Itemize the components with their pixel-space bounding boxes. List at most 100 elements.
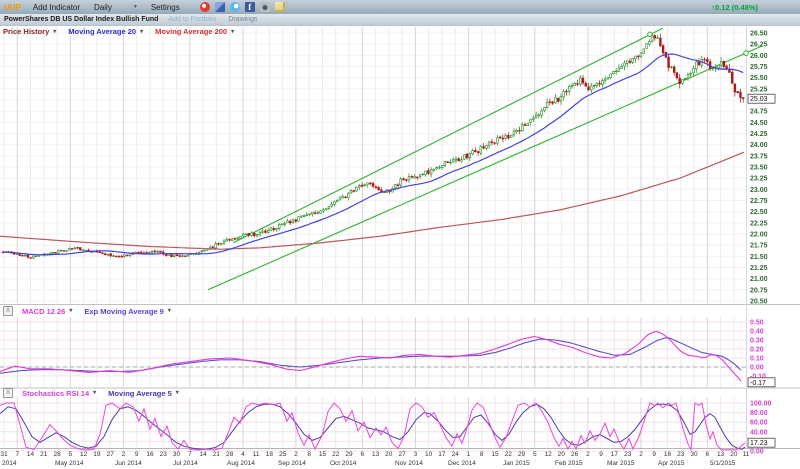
svg-text:16: 16 (146, 451, 154, 458)
record-icon[interactable] (200, 2, 210, 12)
ma5-dropdown[interactable]: Moving Average 5 (108, 389, 172, 398)
svg-text:11: 11 (743, 451, 750, 458)
svg-text:14: 14 (27, 451, 35, 458)
ma20-dropdown[interactable]: Moving Average 20 (68, 27, 136, 36)
svg-text:0.30: 0.30 (750, 338, 764, 345)
svg-text:60.00: 60.00 (750, 420, 768, 427)
add-indicator-button[interactable]: Add Indicator (33, 3, 80, 12)
svg-text:Apr 2015: Apr 2015 (658, 460, 685, 467)
cube-icon[interactable] (215, 2, 225, 12)
svg-text:21.00: 21.00 (750, 276, 768, 283)
exp-ma9-dropdown[interactable]: Exp Moving Average 9 (84, 307, 163, 316)
stoch-rsi-dropdown[interactable]: Stochastics RSI 14 (22, 389, 89, 398)
svg-text:Jan 2015: Jan 2015 (503, 460, 530, 467)
add-to-portfolio-link[interactable]: Add to Portfolio (168, 16, 216, 23)
svg-text:2014: 2014 (2, 460, 17, 467)
svg-text:24: 24 (452, 451, 460, 458)
price-indicator-row: Price History ▾ Moving Average 20 ▾ Moving… (3, 27, 242, 36)
svg-text:25.50: 25.50 (750, 75, 768, 82)
svg-text:Oct 2014: Oct 2014 (330, 460, 357, 467)
svg-text:13: 13 (372, 451, 380, 458)
camera-icon[interactable] (260, 2, 270, 12)
svg-text:Nov 2014: Nov 2014 (395, 460, 423, 467)
svg-text:29: 29 (518, 451, 526, 458)
close-icon[interactable]: X (3, 388, 13, 398)
svg-text:19: 19 (93, 451, 101, 458)
twitter-icon[interactable] (230, 2, 240, 12)
svg-text:8: 8 (480, 451, 484, 458)
svg-text:6: 6 (360, 451, 364, 458)
svg-text:20: 20 (385, 451, 393, 458)
stoch-header-row: X Stochastics RSI 14▾ Moving Average 5▾ (3, 388, 187, 398)
svg-text:5: 5 (533, 451, 537, 458)
svg-text:18: 18 (266, 451, 274, 458)
svg-text:9: 9 (599, 451, 603, 458)
facebook-icon[interactable]: f (245, 2, 255, 12)
svg-text:22.25: 22.25 (750, 220, 768, 227)
chevron-down-icon: ▾ (53, 29, 56, 35)
main-toolbar: UUP Add Indicator Daily ▾ Settings f ↑0.… (0, 0, 800, 14)
svg-text:25.75: 25.75 (750, 64, 768, 71)
svg-text:23: 23 (677, 451, 685, 458)
svg-text:8: 8 (307, 451, 311, 458)
price-history-dropdown[interactable]: Price History (3, 27, 49, 36)
settings-button[interactable]: Settings (151, 3, 180, 12)
svg-text:4: 4 (241, 451, 245, 458)
svg-text:22: 22 (505, 451, 513, 458)
svg-text:2: 2 (122, 451, 126, 458)
svg-text:0.50: 0.50 (750, 320, 764, 327)
chevron-down-icon: ▾ (231, 29, 234, 35)
svg-text:26.00: 26.00 (750, 53, 768, 60)
svg-text:Feb 2015: Feb 2015 (555, 460, 583, 467)
svg-text:7: 7 (188, 451, 192, 458)
chart-canvas[interactable]: 26.5026.2526.0025.7525.5025.2524.7524.50… (0, 0, 800, 469)
svg-text:27: 27 (107, 451, 115, 458)
interval-select[interactable]: Daily ▾ (94, 3, 137, 12)
svg-text:Dec 2014: Dec 2014 (448, 460, 476, 467)
svg-text:17: 17 (611, 451, 619, 458)
macd-header-row: X MACD 12 26▾ Exp Moving Average 9▾ (3, 306, 179, 316)
svg-text:5: 5 (68, 451, 72, 458)
svg-text:12: 12 (544, 451, 552, 458)
svg-text:23.75: 23.75 (750, 153, 768, 160)
svg-text:21.75: 21.75 (750, 243, 768, 250)
stock-chart-app: { "toolbar": { "symbol": "UUP", "add_ind… (0, 0, 800, 469)
svg-text:20.75: 20.75 (750, 287, 768, 294)
svg-text:21.50: 21.50 (750, 254, 768, 261)
svg-text:22.50: 22.50 (750, 209, 768, 216)
svg-text:21.25: 21.25 (750, 265, 768, 272)
notes-icon[interactable] (275, 2, 285, 12)
svg-text:29: 29 (345, 451, 353, 458)
svg-text:22: 22 (332, 451, 340, 458)
svg-text:24.75: 24.75 (750, 109, 768, 116)
svg-text:100.00: 100.00 (750, 401, 772, 408)
svg-text:24.50: 24.50 (750, 120, 768, 127)
svg-text:80.00: 80.00 (750, 410, 768, 417)
svg-text:30: 30 (690, 451, 698, 458)
svg-text:23.25: 23.25 (750, 176, 768, 183)
svg-text:0.10: 0.10 (750, 356, 764, 363)
svg-text:26: 26 (571, 451, 579, 458)
svg-text:40.00: 40.00 (750, 429, 768, 436)
svg-text:Jul 2014: Jul 2014 (173, 460, 198, 467)
price-change-badge: ↑0.12 (0.48%) (711, 3, 758, 12)
svg-text:0.00: 0.00 (750, 449, 764, 456)
svg-text:-0.17: -0.17 (750, 380, 766, 387)
svg-text:May 2014: May 2014 (55, 460, 84, 467)
drawings-link[interactable]: Drawings (228, 16, 257, 23)
svg-text:20: 20 (558, 451, 566, 458)
macd-dropdown[interactable]: MACD 12 26 (22, 307, 65, 316)
ma200-dropdown[interactable]: Moving Average 200 (155, 27, 227, 36)
close-icon[interactable]: X (3, 306, 13, 316)
svg-text:26.25: 26.25 (750, 42, 768, 49)
svg-text:28: 28 (53, 451, 61, 458)
svg-text:17: 17 (438, 451, 446, 458)
svg-text:12: 12 (80, 451, 88, 458)
svg-text:9: 9 (652, 451, 656, 458)
svg-text:0.00: 0.00 (750, 365, 764, 372)
symbol-subheader: PowerShares DB US Dollar Index Bullish F… (0, 14, 800, 25)
svg-text:24.25: 24.25 (750, 131, 768, 138)
symbol-label[interactable]: UUP (4, 3, 21, 12)
svg-text:20.50: 20.50 (750, 299, 768, 306)
svg-text:23.50: 23.50 (750, 165, 768, 172)
